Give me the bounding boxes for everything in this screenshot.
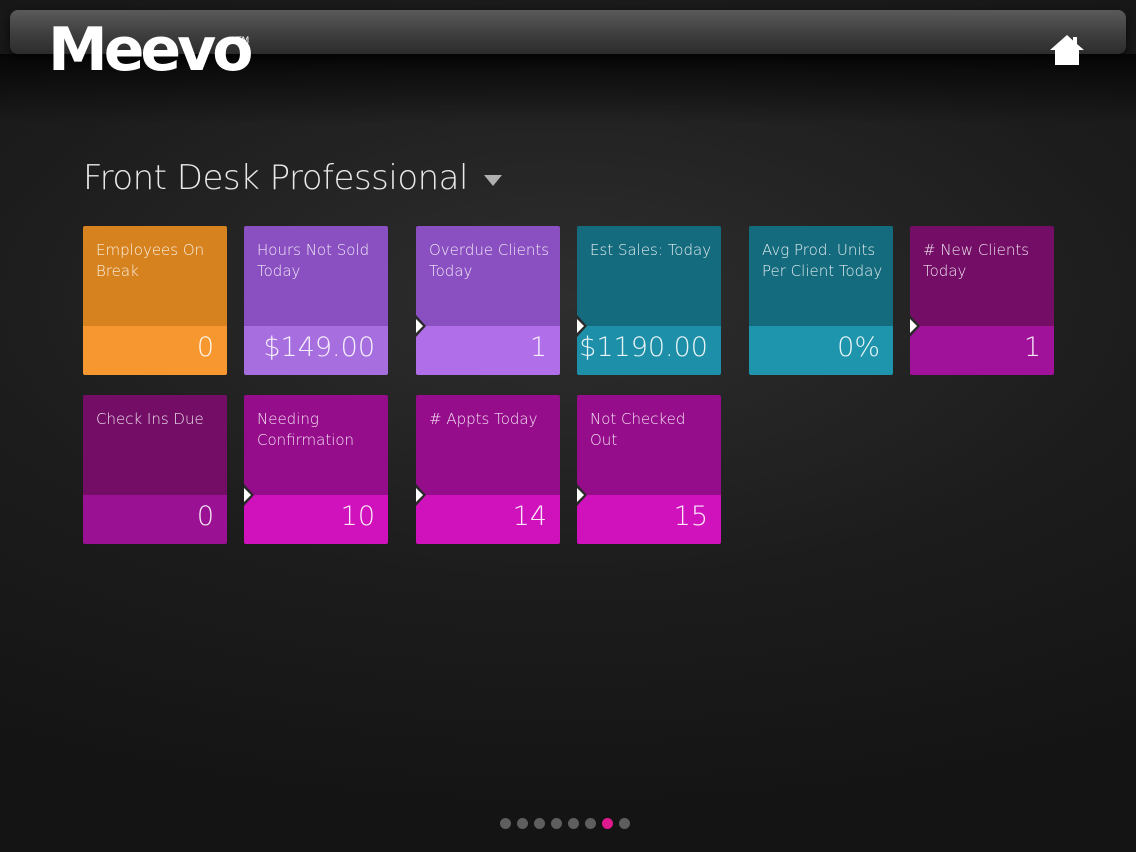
dashboard-tile[interactable]: Check Ins Due 0 bbox=[83, 395, 227, 544]
drilldown-arrow-icon bbox=[910, 315, 920, 337]
dashboard-tile[interactable]: Not Checked Out 15 bbox=[577, 395, 721, 544]
tile-value: 1 bbox=[529, 332, 547, 363]
tile-label: Not Checked Out bbox=[590, 410, 686, 449]
home-button[interactable] bbox=[1048, 33, 1086, 67]
tile-value: 1 bbox=[1023, 332, 1041, 363]
drilldown-arrow-glyph bbox=[244, 488, 251, 502]
tile-value: $149.00 bbox=[263, 332, 375, 363]
home-icon bbox=[1050, 35, 1084, 65]
tile-label: # New Clients Today bbox=[923, 241, 1030, 280]
dashboard-tile[interactable]: Hours Not Sold Today $149.00 bbox=[244, 226, 388, 375]
page-dot[interactable] bbox=[568, 818, 579, 829]
page-dot-active[interactable] bbox=[602, 818, 613, 829]
tile-value: 10 bbox=[340, 501, 375, 532]
chevron-down-icon bbox=[483, 174, 502, 186]
dashboard-tile[interactable]: Employees On Break 0 bbox=[83, 226, 227, 375]
tile-label: Check Ins Due bbox=[96, 410, 204, 428]
page-indicator bbox=[500, 818, 630, 830]
tile-value: $1190.00 bbox=[579, 332, 708, 363]
drilldown-arrow-icon bbox=[577, 315, 587, 337]
tile-label: Employees On Break bbox=[96, 241, 205, 280]
meevo-logo: Meevo bbox=[48, 15, 253, 85]
dashboard-tile[interactable]: Overdue Clients Today 1 bbox=[416, 226, 560, 375]
tile-label: Est Sales: Today bbox=[590, 241, 712, 259]
drilldown-arrow-glyph bbox=[416, 488, 423, 502]
page-dot[interactable] bbox=[500, 818, 511, 829]
tile-value: 0% bbox=[837, 332, 880, 363]
dashboard-tile[interactable]: # New Clients Today 1 bbox=[910, 226, 1054, 375]
dashboard-tile[interactable]: Est Sales: Today $1190.00 bbox=[577, 226, 721, 375]
page-dot[interactable] bbox=[585, 818, 596, 829]
tile-label: # Appts Today bbox=[429, 410, 538, 428]
dashboard-tile[interactable]: Needing Confirmation 10 bbox=[244, 395, 388, 544]
dashboard-selector[interactable]: Front Desk Professional bbox=[83, 155, 502, 201]
tile-value: 0 bbox=[196, 332, 214, 363]
drilldown-arrow-glyph bbox=[416, 319, 423, 333]
dashboard-tile[interactable]: # Appts Today 14 bbox=[416, 395, 560, 544]
logo-trademark: TM bbox=[236, 36, 250, 46]
drilldown-arrow-icon bbox=[244, 484, 254, 506]
tile-label: Needing Confirmation bbox=[257, 410, 355, 449]
dashboard-tile[interactable]: Avg Prod. Units Per Client Today 0% bbox=[749, 226, 893, 375]
tile-label: Overdue Clients Today bbox=[429, 241, 550, 280]
drilldown-arrow-icon bbox=[416, 484, 426, 506]
drilldown-arrow-icon bbox=[416, 315, 426, 337]
tile-value: 15 bbox=[673, 501, 708, 532]
tile-label: Avg Prod. Units Per Client Today bbox=[762, 241, 883, 280]
dashboard-title: Front Desk Professional bbox=[83, 158, 468, 198]
page-dot[interactable] bbox=[534, 818, 545, 829]
page-dot[interactable] bbox=[551, 818, 562, 829]
drilldown-arrow-glyph bbox=[577, 488, 584, 502]
drilldown-arrow-glyph bbox=[910, 319, 917, 333]
drilldown-arrow-glyph bbox=[577, 319, 584, 333]
page-dot[interactable] bbox=[619, 818, 630, 829]
drilldown-arrow-icon bbox=[577, 484, 587, 506]
tile-value: 0 bbox=[196, 501, 214, 532]
page-dot[interactable] bbox=[517, 818, 528, 829]
tile-label: Hours Not Sold Today bbox=[257, 241, 370, 280]
tile-value: 14 bbox=[512, 501, 547, 532]
